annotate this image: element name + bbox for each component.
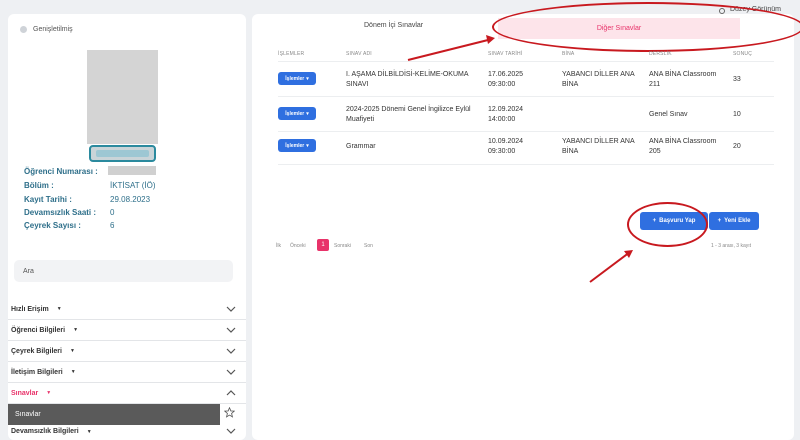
tab-midterm-exams[interactable]: Dönem İçi Sınavlar xyxy=(364,22,423,29)
student-number-redacted xyxy=(108,166,156,175)
pagination-prev[interactable]: Önceki xyxy=(290,243,306,249)
menu-quick-access[interactable]: Hızlı Erişim ▼ xyxy=(8,299,246,320)
star-icon[interactable] xyxy=(224,407,235,418)
table-row-result: 10 xyxy=(733,111,741,118)
chevron-down-icon xyxy=(226,428,236,434)
table-row-room: ANA BİNA Classroom 205 xyxy=(649,138,717,155)
menu-absence-info[interactable]: Devamsızlık Bilgileri ▼ xyxy=(8,421,246,440)
pagination-info: 1 - 3 arası, 3 kayıt xyxy=(711,243,752,249)
col-header-exam-date: SINAV TARİHİ xyxy=(488,51,523,57)
quarter-count-label: Çeyrek Sayısı : xyxy=(24,221,81,230)
table-row-exam-name: I. AŞAMA DİLBİLDİSİ-KELİME-OKUMA SINAVI xyxy=(346,71,469,88)
exams-panel: Düzey Görünüm Dönem İçi Sınavlar Diğer S… xyxy=(252,2,800,440)
student-name-badge xyxy=(89,145,156,162)
caret-down-icon: ▼ xyxy=(73,327,79,333)
chevron-down-icon xyxy=(226,369,236,375)
menu-label: İletişim Bilgileri xyxy=(11,368,63,376)
caret-down-icon: ▾ xyxy=(306,110,309,117)
sidebar-search-input[interactable] xyxy=(14,260,233,282)
chevron-down-icon xyxy=(226,348,236,354)
highlight-circle-button xyxy=(627,202,708,247)
menu-contact-info[interactable]: İletişim Bilgileri ▼ xyxy=(8,362,246,383)
caret-down-icon: ▼ xyxy=(69,348,75,354)
col-header-building: BİNA xyxy=(562,51,575,57)
expand-label: Genişletilmiş xyxy=(33,26,73,33)
col-header-room: DERSLİK xyxy=(649,51,672,57)
department-label: Bölüm : xyxy=(24,181,54,190)
row-actions-button[interactable]: İşlemler ▾ xyxy=(278,72,316,85)
table-row-result: 33 xyxy=(733,76,741,83)
menu-student-info[interactable]: Öğrenci Bilgileri ▼ xyxy=(8,320,246,341)
student-number-label: Öğrenci Numarası : xyxy=(24,167,98,176)
col-header-result: SONUÇ xyxy=(733,51,753,57)
menu-label: Devamsızlık Bilgileri xyxy=(11,428,79,435)
toggle-dot-icon xyxy=(20,26,27,33)
row-actions-button[interactable]: İşlemler ▾ xyxy=(278,107,316,120)
table-row-exam-name: 2024-2025 Dönemi Genel İngilizce Eylül Mu… xyxy=(346,106,471,123)
menu-label: Hızlı Erişim xyxy=(11,305,49,313)
menu-label: Öğrenci Bilgileri xyxy=(11,326,66,334)
menu-label: Çeyrek Bilgileri xyxy=(11,347,62,355)
table-row-room: Genel Sınav xyxy=(649,111,688,118)
chevron-down-icon xyxy=(226,306,236,312)
registration-date-value: 29.08.2023 xyxy=(110,195,151,204)
pagination-current-page[interactable]: 1 xyxy=(317,239,329,251)
table-row-exam-name: Grammar xyxy=(346,143,376,150)
table-row-exam-date: 12.09.2024 14:00:00 xyxy=(488,106,524,123)
table-row-room: ANA BİNA Classroom 211 xyxy=(649,71,717,88)
col-header-exam-name: SINAV ADI xyxy=(346,51,372,57)
caret-down-icon: ▼ xyxy=(46,390,52,396)
caret-down-icon: ▼ xyxy=(56,306,62,312)
department-value: İKTİSAT (İÖ) xyxy=(110,181,156,190)
pagination-first[interactable]: İlk xyxy=(276,243,281,249)
col-header-actions: İŞLEMLER xyxy=(278,51,305,57)
table-row-building: YABANCI DİLLER ANA BİNA xyxy=(562,138,635,155)
menu-quarter-info[interactable]: Çeyrek Bilgileri ▼ xyxy=(8,341,246,362)
table-row-exam-date: 10.09.2024 09:30:00 xyxy=(488,138,524,155)
pagination-last[interactable]: Son xyxy=(364,243,373,249)
caret-down-icon: ▼ xyxy=(86,428,92,435)
quarter-count-value: 6 xyxy=(110,221,115,230)
table-row-exam-date: 17.06.2025 09:30:00 xyxy=(488,71,524,88)
chevron-up-icon xyxy=(226,390,236,396)
highlight-circle-tab xyxy=(492,2,800,52)
student-sidebar: Genişletilmiş Öğrenci Numarası : Bölüm :… xyxy=(8,14,246,440)
menu-label: Sınavlar xyxy=(11,389,39,397)
menu-exams[interactable]: Sınavlar ▼ xyxy=(8,383,246,404)
plus-icon: + xyxy=(717,218,722,224)
table-row-result: 20 xyxy=(733,143,741,150)
expand-toggle[interactable]: Genişletilmiş xyxy=(20,26,73,33)
student-photo xyxy=(87,50,158,144)
add-new-button[interactable]: + Yeni Ekle xyxy=(709,212,759,230)
chevron-down-icon xyxy=(226,327,236,333)
absence-hours-label: Devamsızlık Saati : xyxy=(24,208,97,217)
absence-hours-value: 0 xyxy=(110,208,115,217)
caret-down-icon: ▾ xyxy=(306,75,309,82)
row-actions-button[interactable]: İşlemler ▾ xyxy=(278,139,316,152)
caret-down-icon: ▼ xyxy=(70,369,76,375)
table-row-building: YABANCI DİLLER ANA BİNA xyxy=(562,71,635,88)
caret-down-icon: ▾ xyxy=(306,142,309,149)
registration-date-label: Kayıt Tarihi : xyxy=(24,195,72,204)
pagination-next[interactable]: Sonraki xyxy=(334,243,351,249)
